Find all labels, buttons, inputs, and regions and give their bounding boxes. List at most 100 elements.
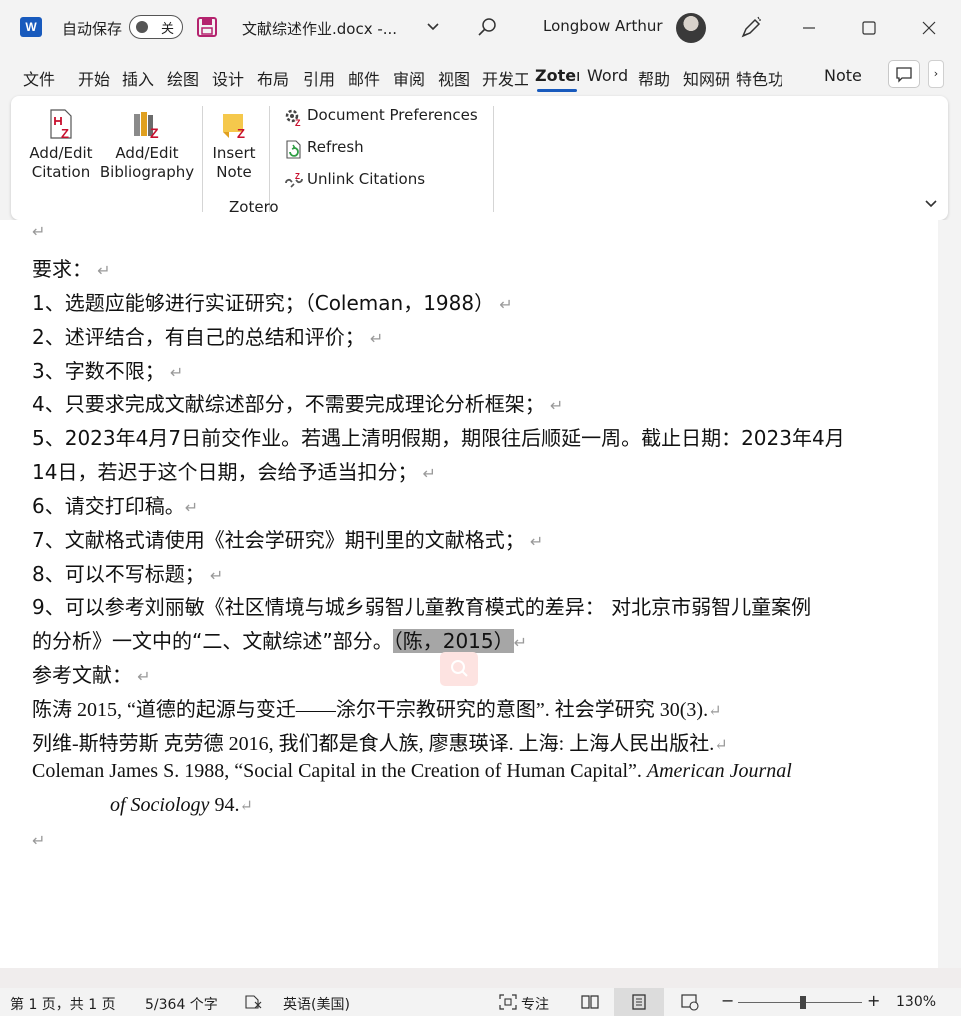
tab-developer[interactable]: 开发工 xyxy=(482,66,528,90)
paragraph-mark: ↵ xyxy=(714,737,728,754)
paragraph[interactable]: 参考文献： ↵ xyxy=(32,659,151,688)
read-mode-icon[interactable] xyxy=(580,993,600,1011)
unlink-citations-label: Unlink Citations xyxy=(307,170,426,188)
bibliography-text: 陈涛 2015, “道德的起源与变迁——涂尔干宗教研究的意图”. 社会学研究 3… xyxy=(32,699,709,721)
add-edit-citation-line1: Add/Edit xyxy=(29,144,93,162)
paragraph[interactable]: 2、述评结合，有自己的总结和评价； ↵ xyxy=(32,321,383,350)
zoom-in-button[interactable]: + xyxy=(867,991,880,1010)
tab-home[interactable]: 开始 xyxy=(78,66,110,90)
paragraph-text: 9、可以参考刘丽敏《社区情境与城乡弱智儿童教育模式的差异： 对北京市弱智儿童案例 xyxy=(32,595,812,619)
document-title[interactable]: 文献综述作业.docx -... xyxy=(242,18,397,39)
paragraph[interactable]: 的分析》一文中的“二、文献综述”部分。（陈，2015）↵ xyxy=(32,625,527,654)
insert-note-line1: Insert xyxy=(212,144,256,162)
bibliography-entry[interactable]: Coleman James S. 1988, “Social Capital i… xyxy=(32,760,792,783)
paragraph-mark: ↵ xyxy=(92,261,111,280)
zoom-level[interactable]: 130% xyxy=(896,994,936,1010)
word-count[interactable]: 5/364 个字 xyxy=(145,994,218,1014)
tab-insert[interactable]: 插入 xyxy=(122,66,154,90)
paragraph[interactable]: 1、选题应能够进行实证研究；（Coleman，1988） ↵ xyxy=(32,287,513,316)
title-bar: W 自动保存 关 文献综述作业.docx -... Longbow Arthur xyxy=(0,0,961,56)
add-edit-citation-button[interactable]: Z Add/Edit Citation xyxy=(27,108,95,182)
paragraph-mark: ↵ xyxy=(239,798,253,815)
tab-layout[interactable]: 布局 xyxy=(257,66,289,90)
paragraph[interactable]: 5、2023年4月7日前交作业。若遇上清明假期，期限往后顺延一周。截止日期：20… xyxy=(32,422,845,451)
page-count[interactable]: 第 1 页，共 1 页 xyxy=(10,994,116,1014)
paragraph-text: 参考文献： xyxy=(32,663,132,687)
tab-word[interactable]: Word xyxy=(587,66,628,85)
web-layout-icon[interactable] xyxy=(680,993,700,1011)
paragraph[interactable]: 要求： ↵ xyxy=(32,253,111,282)
print-layout-icon[interactable] xyxy=(629,993,649,1011)
paragraph-mark: ↵ xyxy=(417,464,436,483)
citation-icon: Z xyxy=(50,109,72,140)
user-name[interactable]: Longbow Arthur xyxy=(543,17,663,35)
empty-paragraph[interactable]: ↵ xyxy=(32,218,45,242)
tabs-more-button[interactable]: › xyxy=(928,60,944,88)
empty-paragraph[interactable]: ↵ xyxy=(32,827,45,851)
autosave-toggle[interactable]: 关 xyxy=(129,15,183,39)
add-edit-bibliography-button[interactable]: Z Add/Edit Bibliography xyxy=(99,108,195,182)
zoom-out-button[interactable]: − xyxy=(721,991,734,1010)
paragraph[interactable]: 4、只要求完成文献综述部分，不需要完成理论分析框架； ↵ xyxy=(32,388,563,417)
ribbon-separator xyxy=(202,106,203,212)
save-icon[interactable] xyxy=(196,16,218,38)
tab-design[interactable]: 设计 xyxy=(212,66,244,90)
paragraph[interactable]: 7、文献格式请使用《社会学研究》期刊里的文献格式； ↵ xyxy=(32,524,543,553)
paragraph-text: 要求： xyxy=(32,257,92,281)
tab-file[interactable]: 文件 xyxy=(23,66,55,90)
ribbon-group-label: Zotero xyxy=(229,198,279,216)
paragraph-text: 7、文献格式请使用《社会学研究》期刊里的文献格式； xyxy=(32,528,525,552)
focus-mode-icon[interactable] xyxy=(498,993,518,1011)
active-tab-indicator xyxy=(537,89,577,92)
bibliography-entry[interactable]: 陈涛 2015, “道德的起源与变迁——涂尔干宗教研究的意图”. 社会学研究 3… xyxy=(32,693,721,722)
tab-features[interactable]: 特色功 xyxy=(736,66,782,90)
paragraph-text: 5、2023年4月7日前交作业。若遇上清明假期，期限往后顺延一周。截止日期：20… xyxy=(32,426,845,450)
zoom-slider-thumb[interactable] xyxy=(800,996,806,1009)
zotero-citation-field[interactable]: （陈，2015） xyxy=(392,629,514,653)
document-preferences-label: Document Preferences xyxy=(307,106,478,124)
designer-pen-icon[interactable] xyxy=(738,15,764,41)
svg-text:Z: Z xyxy=(237,126,245,140)
bibliography-text: Coleman James S. 1988, “Social Capital i… xyxy=(32,760,647,782)
paragraph-mark: ↵ xyxy=(524,532,544,551)
maximize-icon[interactable] xyxy=(855,14,883,42)
chevron-down-icon[interactable] xyxy=(425,18,441,34)
tab-draw[interactable]: 绘图 xyxy=(167,66,199,90)
paragraph[interactable]: 6、请交打印稿。↵ xyxy=(32,490,198,519)
paragraph-mark: ↵ xyxy=(708,703,722,720)
vertical-scrollbar[interactable] xyxy=(938,220,961,968)
paragraph-text: 的分析》一文中的“二、文献综述”部分。 xyxy=(32,629,393,653)
tab-mailings[interactable]: 邮件 xyxy=(348,66,380,90)
zotero-ribbon: Z Add/Edit Citation Z Add/Edit Bibliogra… xyxy=(11,96,948,220)
ribbon-separator xyxy=(493,106,494,212)
insert-note-button[interactable]: Z Insert Note xyxy=(209,110,259,182)
bibliography-entry-continued[interactable]: of Sociology 94.↵ xyxy=(110,794,253,817)
paragraph[interactable]: 8、可以不写标题； ↵ xyxy=(32,558,223,587)
paragraph[interactable]: 9、可以参考刘丽敏《社区情境与城乡弱智儿童教育模式的差异： 对北京市弱智儿童案例 xyxy=(32,591,811,620)
tab-zotero[interactable]: Zotero xyxy=(535,66,579,85)
tab-help[interactable]: 帮助 xyxy=(638,66,670,90)
paragraph-mark: ↵ xyxy=(494,295,513,314)
tab-references[interactable]: 引用 xyxy=(303,66,335,90)
focus-label[interactable]: 专注 xyxy=(521,994,549,1014)
close-icon[interactable] xyxy=(915,14,943,42)
add-edit-bibliography-line1: Add/Edit xyxy=(115,144,179,162)
bibliography-entry[interactable]: 列维-斯特劳斯 克劳德 2016, 我们都是食人族, 廖惠瑛译. 上海: 上海人… xyxy=(32,727,728,756)
tab-cnki[interactable]: 知网研 xyxy=(683,66,729,90)
citation-search-popup[interactable] xyxy=(440,652,478,686)
tab-review[interactable]: 审阅 xyxy=(393,66,425,90)
minimize-icon[interactable] xyxy=(795,14,823,42)
paragraph[interactable]: 14日，若迟于这个日期，会给予适当扣分； ↵ xyxy=(32,456,436,485)
tab-note[interactable]: Note xyxy=(824,66,866,85)
language[interactable]: 英语(美国) xyxy=(283,994,350,1014)
tab-view[interactable]: 视图 xyxy=(438,66,470,90)
chevron-down-icon[interactable] xyxy=(924,196,938,210)
avatar[interactable] xyxy=(676,13,706,43)
svg-text:Z: Z xyxy=(150,125,159,140)
insert-note-line2: Note xyxy=(216,163,252,181)
search-icon[interactable] xyxy=(477,17,497,37)
comments-button[interactable] xyxy=(888,60,920,88)
accessibility-check-icon[interactable] xyxy=(243,994,263,1010)
paragraph[interactable]: 3、字数不限； ↵ xyxy=(32,355,183,384)
add-edit-bibliography-line2: Bibliography xyxy=(99,163,195,181)
